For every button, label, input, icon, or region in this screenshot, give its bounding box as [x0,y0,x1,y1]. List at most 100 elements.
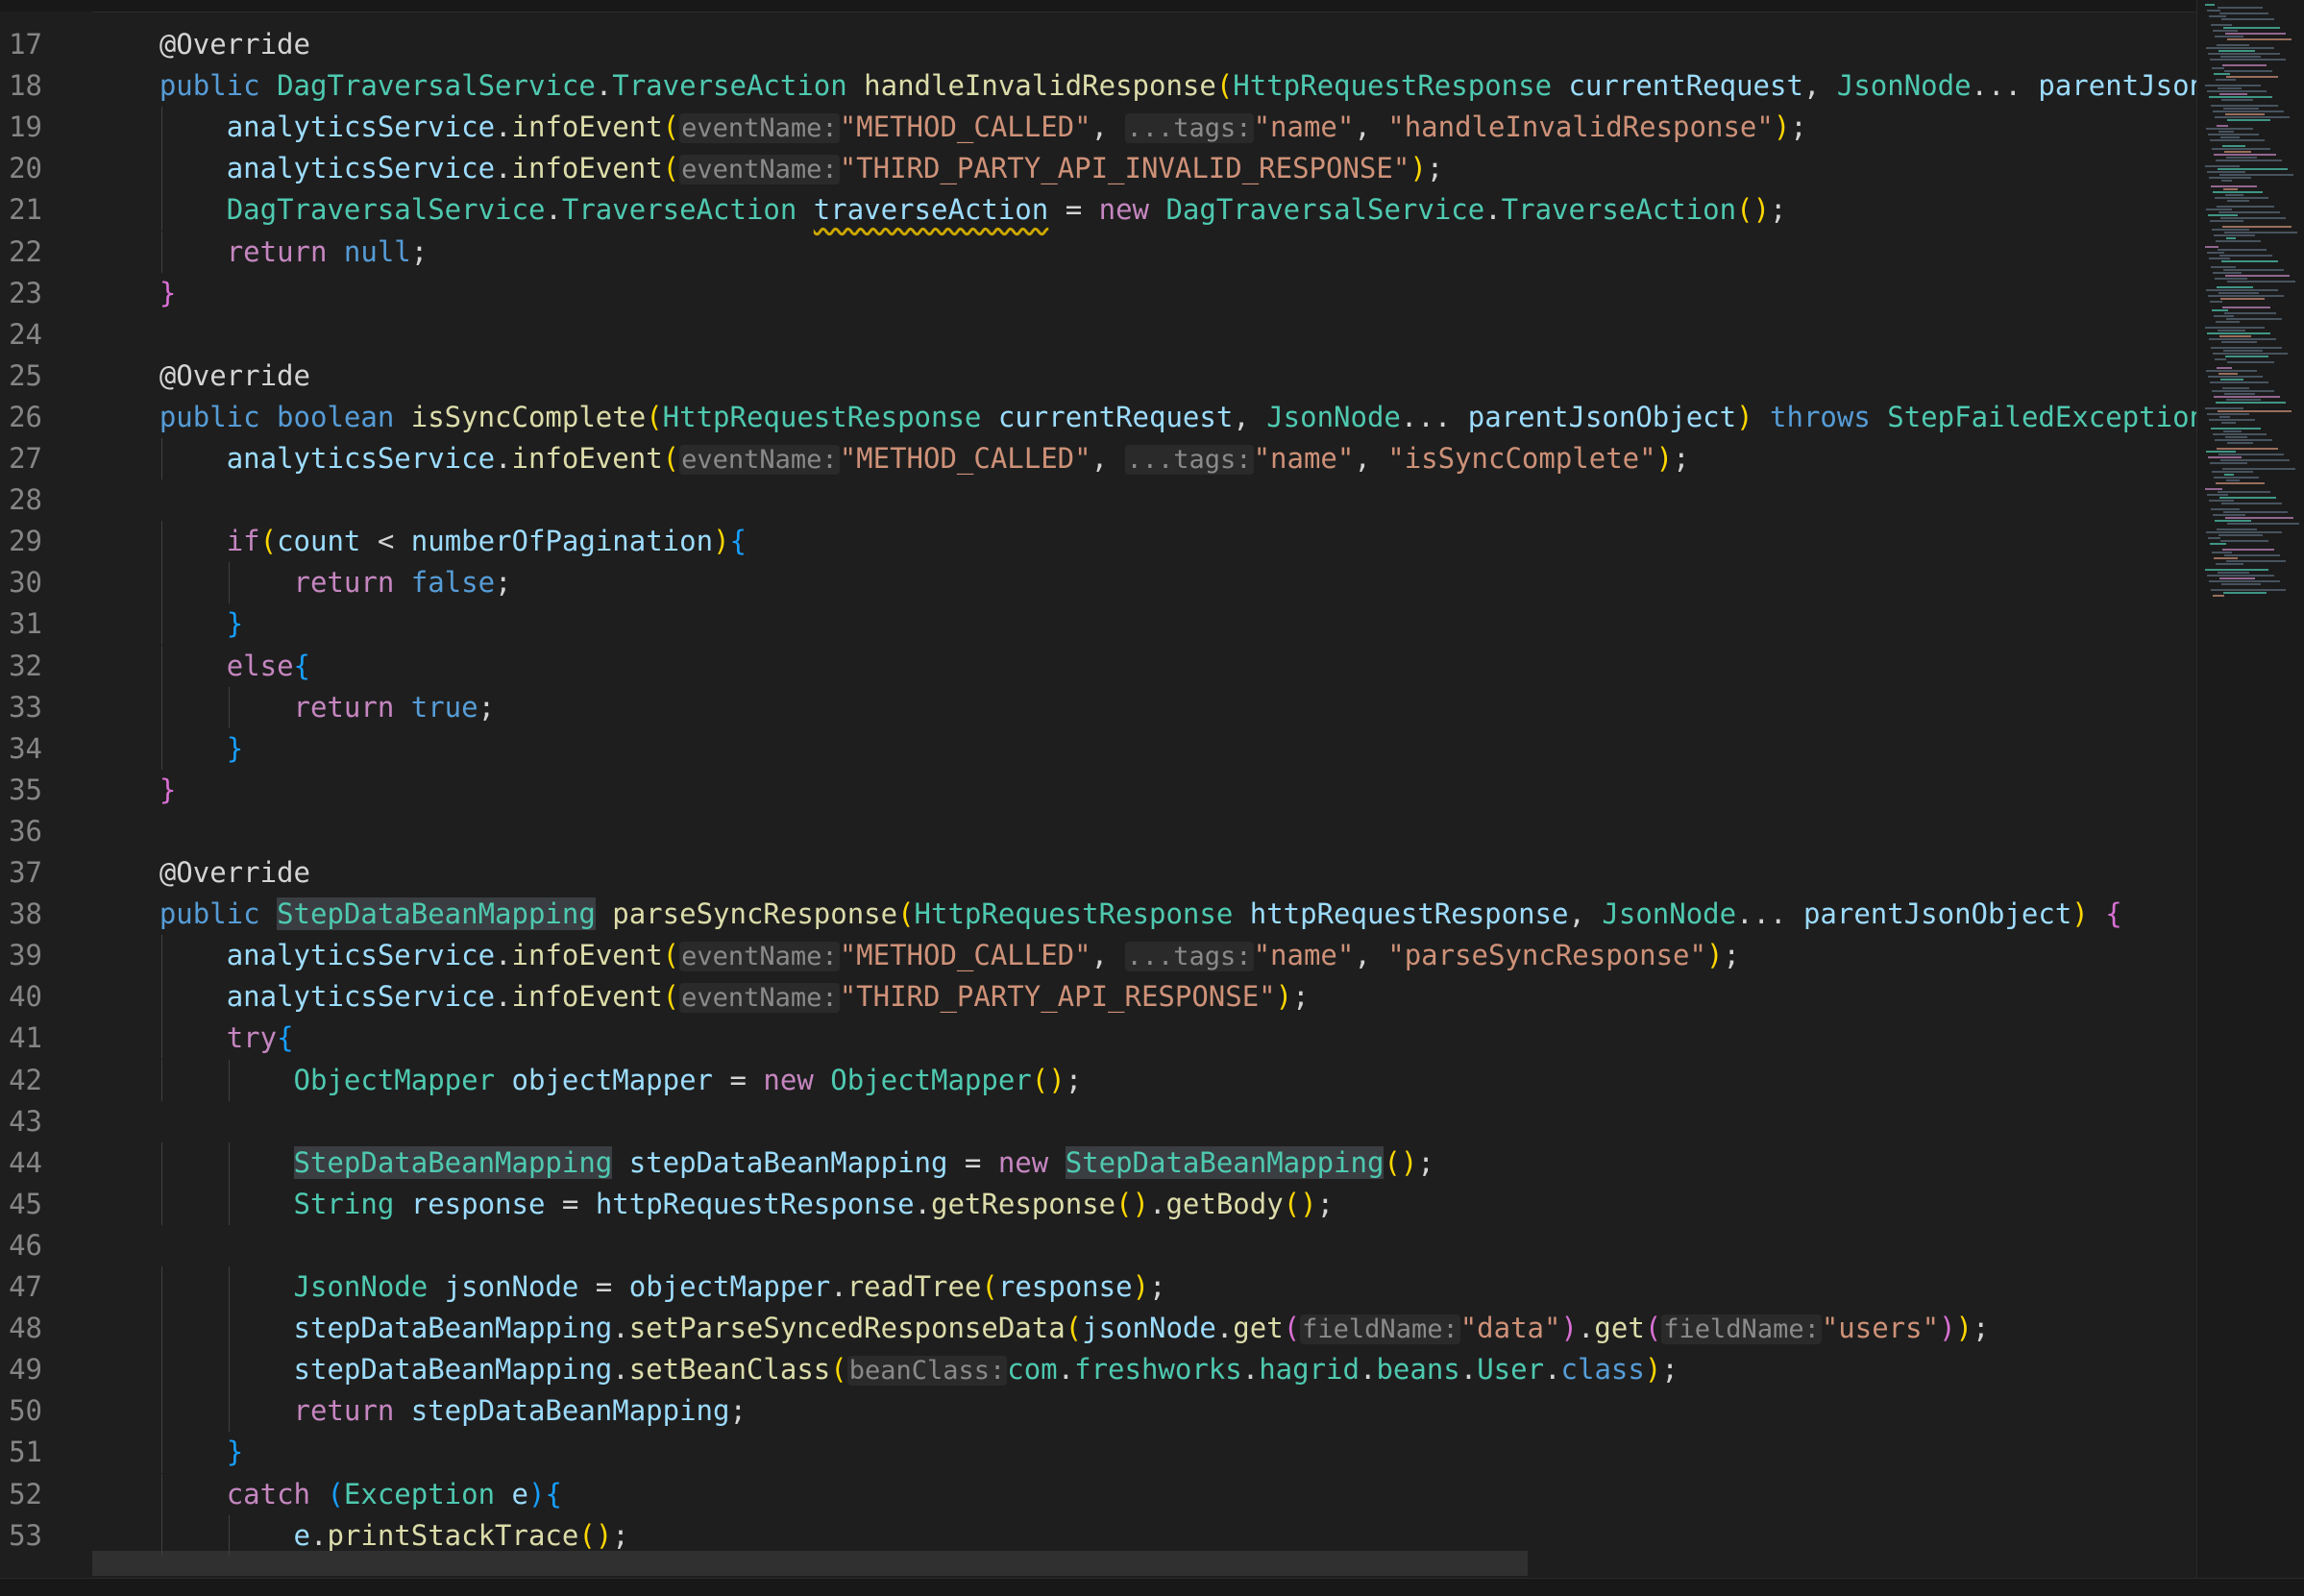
minimap-line [2222,307,2270,308]
minimap-line [2226,399,2261,401]
line-number: 22 [9,234,42,268]
code-line[interactable]: 35 } [0,770,2196,811]
minimap-line [2215,520,2251,522]
minimap-line [2216,563,2243,565]
line-number: 39 [9,939,42,972]
code-token: ... [1971,69,2039,103]
minimap-line [2208,456,2242,458]
minimap-line [2219,255,2272,257]
code-line[interactable]: 22 return null; [0,231,2196,273]
minimap-line [2211,508,2240,510]
code-line[interactable]: 17 @Override [0,24,2196,65]
minimap-line [2222,145,2245,147]
minimap-line [2221,18,2274,20]
code-line[interactable]: 52 catch (Exception e){ [0,1473,2196,1515]
code-line[interactable]: 30 return false; [0,562,2196,604]
code-token: . [1057,1353,1075,1387]
code-token: infoEvent [511,110,663,144]
minimap-line [2210,59,2286,61]
code-line[interactable]: 47 JsonNode jsonNode = objectMapper.read… [0,1266,2196,1308]
code-token: ; [1661,1353,1679,1387]
code-token: . [1459,1353,1478,1387]
code-token: ; [1790,110,1807,144]
code-line[interactable]: 34 } [0,727,2196,770]
code-line[interactable]: 27 analyticsService.infoEvent(eventName:… [0,438,2196,479]
minimap-line [2215,358,2226,360]
code-line[interactable]: 42 ObjectMapper objectMapper = new Objec… [0,1059,2196,1101]
code-token: printStackTrace [327,1518,579,1552]
minimap-line [2206,531,2282,533]
minimap-line [2218,491,2270,493]
code-line[interactable]: 21 DagTraversalService.TraverseAction tr… [0,189,2196,232]
code-editor[interactable]: 17 @Override 18 public DagTraversalServic… [0,12,2196,1578]
code-token: ( [662,442,680,475]
minimap-line [2218,410,2292,412]
code-line[interactable]: 29 if(count < numberOfPagination){ [0,521,2196,563]
code-line[interactable]: 37 @Override [0,852,2196,894]
code-text: try{ [92,1018,294,1059]
code-line[interactable]: 49 stepDataBeanMapping.setBeanClass(bean… [0,1349,2196,1391]
line-number: 48 [9,1312,42,1345]
minimap-line [2216,240,2261,242]
code-text: analyticsService.infoEvent(eventName:"TH… [92,148,1443,190]
minimap-line [2221,180,2232,182]
code-line[interactable]: 38 public StepDataBeanMapping parseSyncR… [0,894,2196,935]
minimap-line [2227,281,2295,282]
code-text: return stepDataBeanMapping; [92,1390,747,1432]
horizontal-scrollbar[interactable] [92,1551,1528,1576]
minimap-line [2218,249,2267,251]
code-token: objectMapper [628,1270,831,1303]
code-token: ; [612,1518,629,1552]
code-line[interactable]: 44 StepDataBeanMapping stepDataBeanMappi… [0,1142,2196,1184]
code-token: ( [646,400,663,433]
code-line[interactable]: 26 public boolean isSyncComplete(HttpReq… [0,397,2196,438]
code-token: JsonNode [1266,400,1401,433]
code-line[interactable]: 25 @Override [0,356,2196,397]
code-line[interactable]: 32 else{ [0,645,2196,687]
code-line[interactable]: 41 try{ [0,1018,2196,1060]
code-token: "name" [1253,939,1355,972]
minimap-line [2212,309,2228,311]
code-token: . [1577,1312,1595,1345]
code-line[interactable]: 50 return stepDataBeanMapping; [0,1390,2196,1433]
code-line[interactable]: 33 return true; [0,686,2196,728]
code-line[interactable]: 43 [0,1101,2196,1142]
minimap-line [2216,402,2286,404]
code-token: HttpRequestResponse [914,897,1250,931]
code-token: return [226,234,344,268]
minimap-line [2216,321,2240,323]
code-line[interactable]: 40 analyticsService.infoEvent(eventName:… [0,976,2196,1019]
minimap-line [2221,503,2282,504]
code-token: ; [495,566,512,600]
code-line[interactable]: 46 [0,1225,2196,1266]
code-line[interactable]: 36 [0,811,2196,852]
minimap-line [2227,200,2249,202]
code-line[interactable]: 48 stepDataBeanMapping.setParseSyncedRes… [0,1308,2196,1350]
code-token: ( [1215,69,1234,103]
code-token: jsonNode [1082,1312,1216,1345]
parameter-hint: eventName: [679,983,840,1014]
code-line[interactable]: 20 analyticsService.infoEvent(eventName:… [0,148,2196,190]
minimap-line [2215,197,2268,199]
code-line[interactable]: 28 [0,479,2196,521]
code-line[interactable]: 31 } [0,603,2196,646]
code-line[interactable]: 51 } [0,1432,2196,1474]
minimap-line [2227,119,2270,121]
code-text: } [92,1432,243,1473]
minimap[interactable] [2196,0,2304,1578]
code-token: . [914,1187,932,1220]
minimap-line [2213,433,2267,435]
code-line[interactable]: 45 String response = httpRequestResponse… [0,1183,2196,1225]
code-token: parentJsonObject [1802,897,2072,931]
minimap-line [2226,157,2257,159]
code-token: ( [897,897,915,931]
code-line[interactable]: 24 [0,314,2196,356]
code-line[interactable]: 19 analyticsService.infoEvent(eventName:… [0,107,2196,149]
code-line[interactable]: 23 } [0,273,2196,314]
minimap-line [2226,318,2282,320]
minimap-line [2213,191,2263,193]
code-token: analyticsService [226,980,496,1014]
code-line[interactable]: 39 analyticsService.infoEvent(eventName:… [0,935,2196,977]
code-line[interactable]: 18 public DagTraversalService.TraverseAc… [0,65,2196,107]
line-number: 40 [9,980,42,1014]
